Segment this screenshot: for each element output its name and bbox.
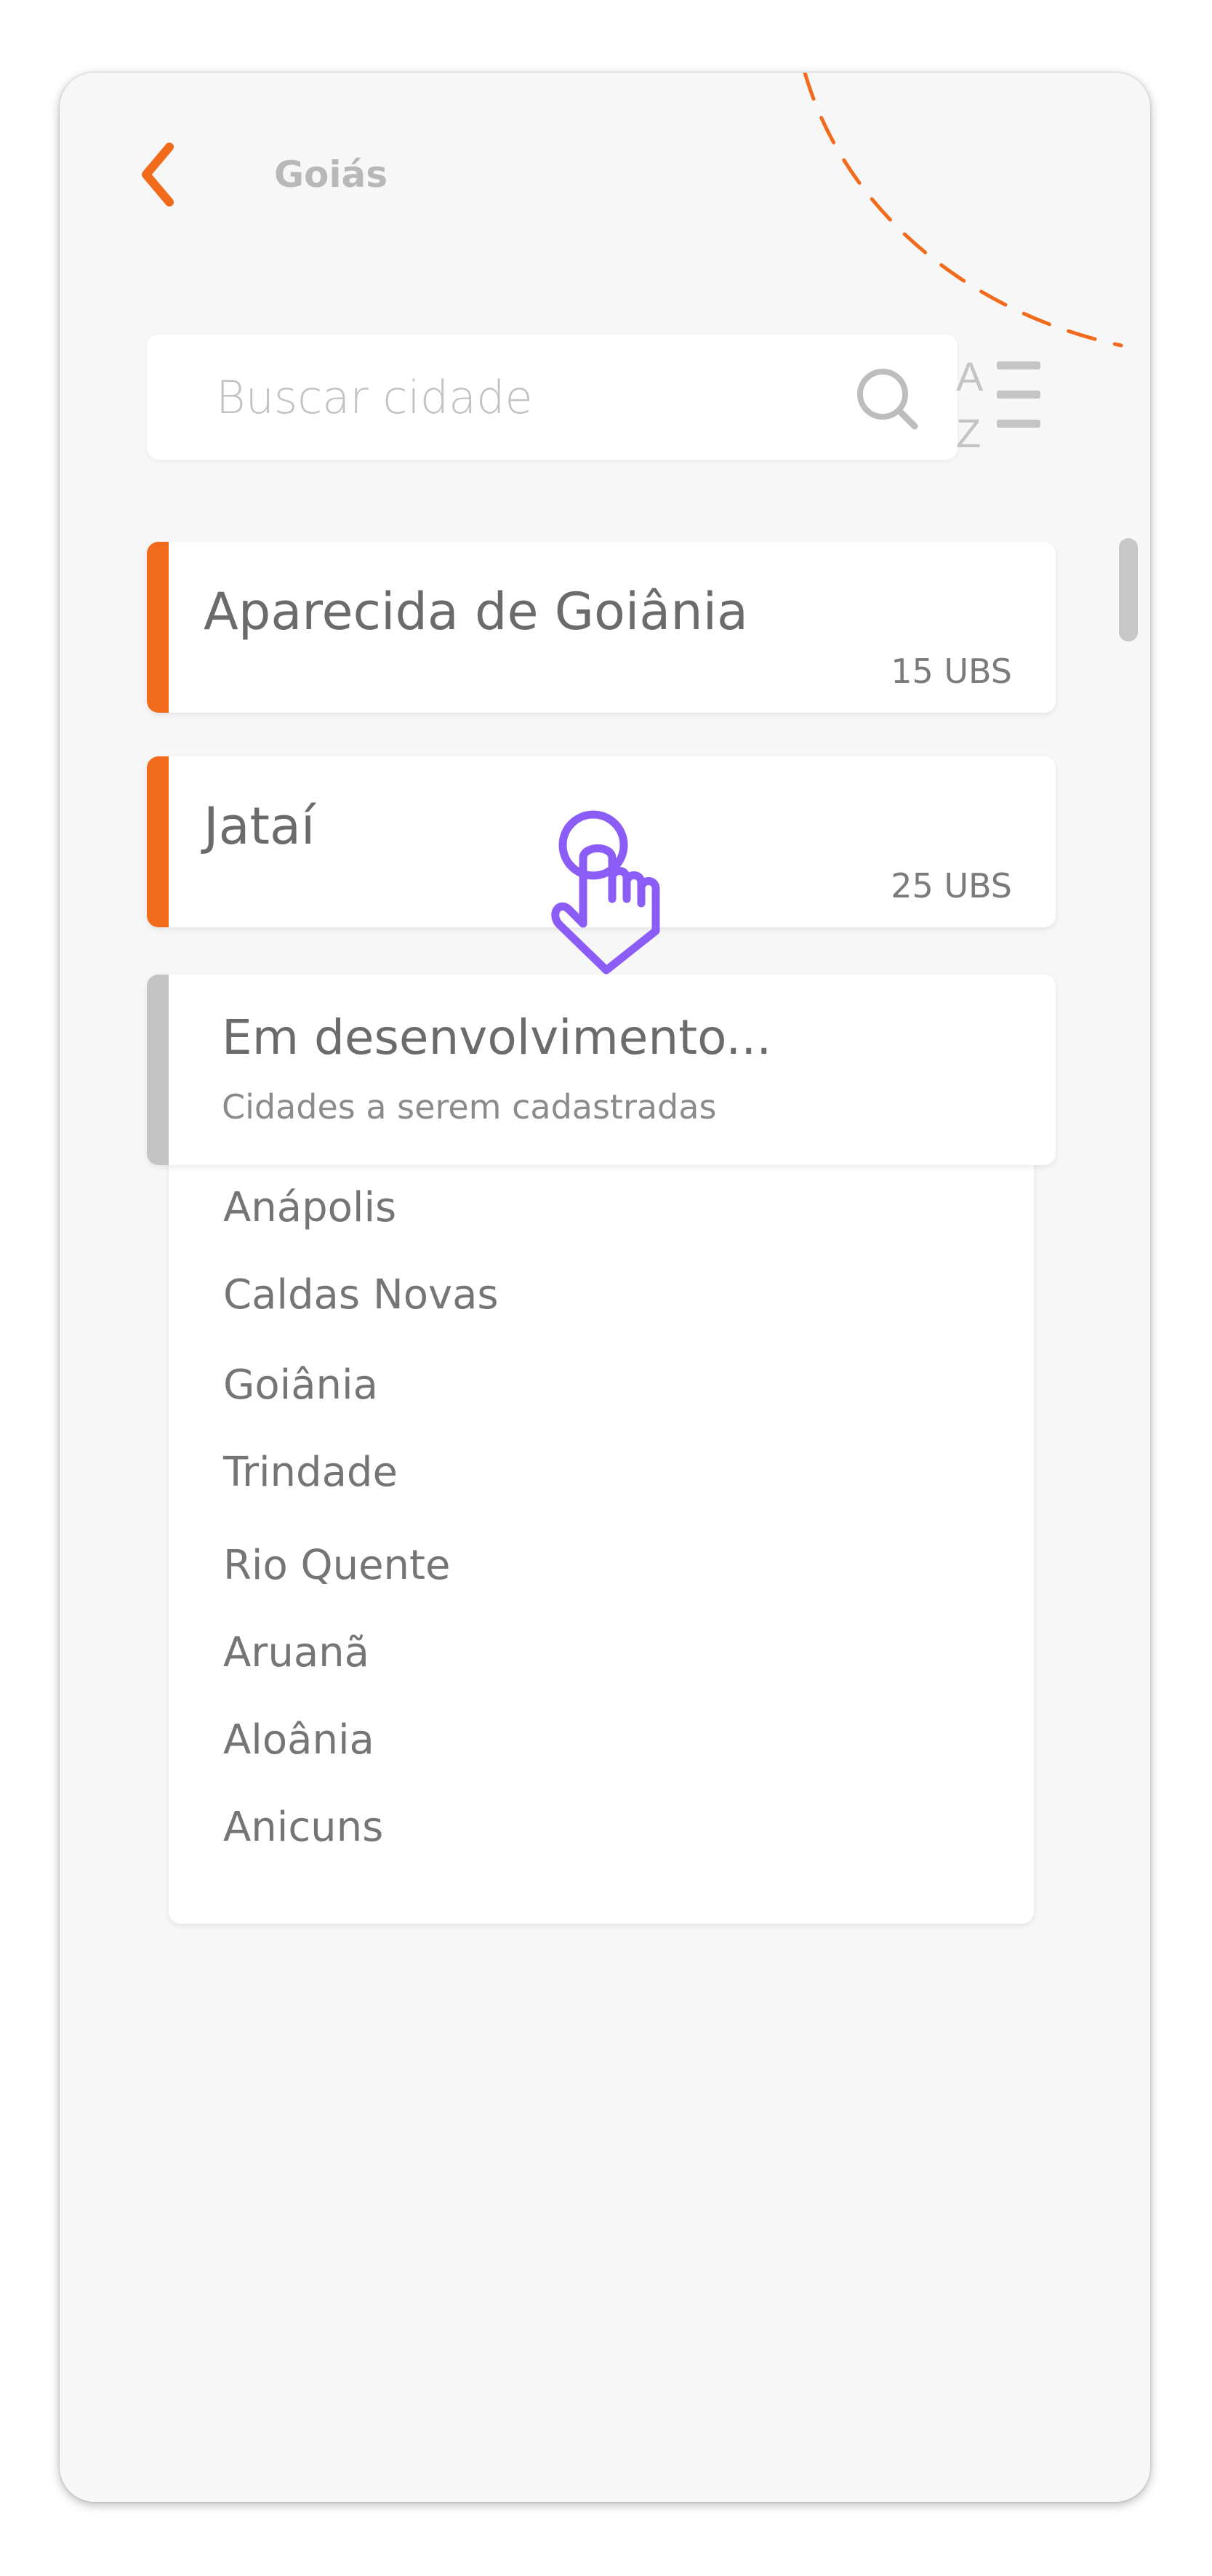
chevron-left-icon: [142, 143, 174, 207]
page-title: Goiás: [274, 153, 388, 196]
sort-alphabetical-icon[interactable]: A Z: [950, 353, 1059, 455]
list-item[interactable]: Anápolis: [223, 1184, 396, 1231]
card-accent-bar: [147, 756, 169, 927]
list-item[interactable]: Aloânia: [223, 1716, 374, 1764]
sort-letter-a: A: [956, 353, 984, 399]
list-item[interactable]: Rio Quente: [223, 1542, 450, 1589]
search-bar: [147, 335, 958, 460]
in-development-list: Anápolis Caldas Novas Goiânia Trindade R…: [169, 1142, 1034, 1924]
in-development-title: Em desenvolvimento...: [222, 1009, 772, 1065]
list-item[interactable]: Anicuns: [223, 1804, 383, 1851]
ubs-count: 25 UBS: [891, 866, 1012, 905]
card-accent-bar: [147, 542, 169, 713]
in-development-card[interactable]: Em desenvolvimento... Cidades a serem ca…: [147, 975, 1056, 1165]
city-name: Jataí: [204, 796, 316, 856]
city-card-aparecida-de-goiania[interactable]: Aparecida de Goiânia 15 UBS: [147, 542, 1056, 713]
back-button[interactable]: [132, 135, 183, 215]
list-item[interactable]: Trindade: [223, 1449, 398, 1496]
list-item[interactable]: Caldas Novas: [223, 1271, 499, 1319]
city-card-jatai[interactable]: Jataí 25 UBS: [147, 756, 1056, 927]
list-item[interactable]: Goiânia: [223, 1361, 378, 1409]
search-icon[interactable]: [852, 364, 921, 433]
card-accent-bar: [147, 975, 169, 1165]
search-input[interactable]: [216, 361, 798, 433]
ubs-count: 15 UBS: [891, 652, 1012, 691]
in-development-subtitle: Cidades a serem cadastradas: [222, 1087, 717, 1127]
list-item[interactable]: Aruanã: [223, 1629, 369, 1676]
scrollbar-thumb[interactable]: [1119, 538, 1138, 641]
sort-letter-z: Z: [956, 410, 981, 455]
city-name: Aparecida de Goiânia: [204, 582, 748, 641]
app-screen: Goiás A Z Aparecida de Goiânia 15 UBS Ja…: [60, 73, 1150, 2502]
